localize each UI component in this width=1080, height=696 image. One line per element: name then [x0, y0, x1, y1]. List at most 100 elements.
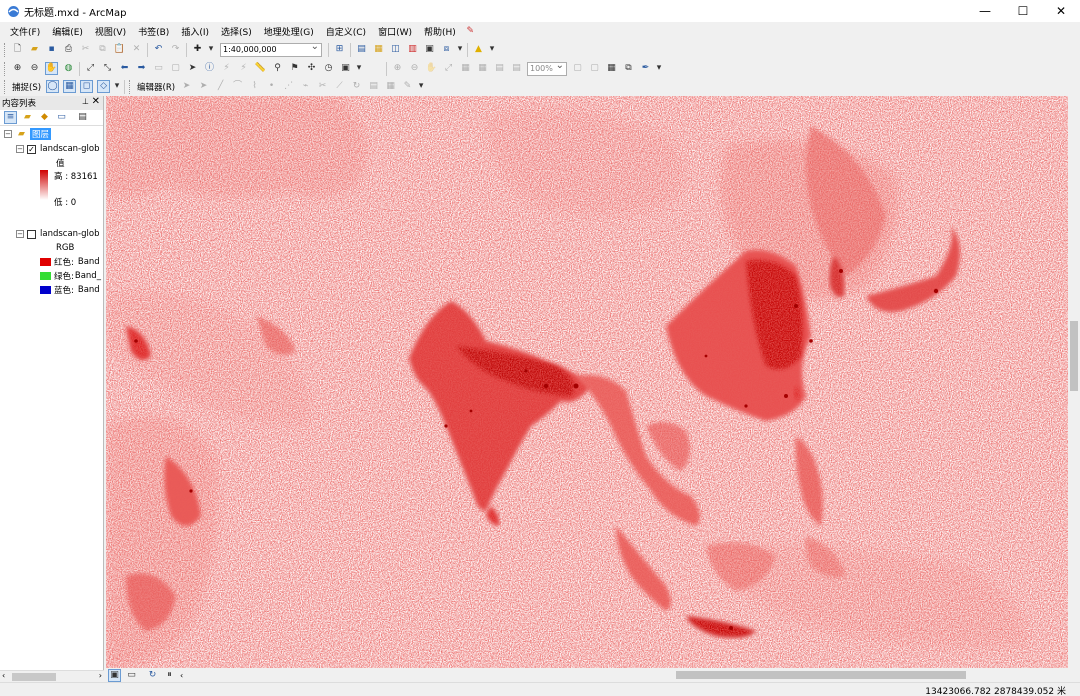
layer-visibility-checkbox[interactable]: ✓	[27, 144, 36, 154]
table-of-contents-icon[interactable]: ▤	[355, 43, 368, 56]
python-window-icon[interactable]: ▣	[423, 43, 436, 56]
add-data-dropdown-icon[interactable]: ▾	[208, 43, 214, 56]
cut-icon[interactable]: ✂	[79, 43, 92, 56]
go-to-xy-icon[interactable]: ✣	[305, 62, 318, 75]
point-icon[interactable]: •	[265, 80, 278, 93]
list-by-selection-icon[interactable]: ▭	[55, 111, 68, 124]
menu-edit[interactable]: 编辑(E)	[46, 25, 89, 38]
add-data-icon[interactable]: ✚	[191, 43, 204, 56]
identify-icon[interactable]: ⓘ	[203, 62, 216, 75]
close-button[interactable]: ✕	[1042, 0, 1080, 22]
select-elements-arrow-icon[interactable]: ➤	[186, 62, 199, 75]
straight-segment-icon[interactable]: ╱	[214, 80, 227, 93]
layout-zoom-100-icon[interactable]: ▦	[476, 62, 489, 75]
scrollbar-thumb[interactable]	[12, 673, 56, 681]
more-tools-icon[interactable]: ▾	[457, 43, 463, 56]
close-panel-icon[interactable]: ✕	[92, 96, 100, 107]
measure-icon[interactable]: 📏	[254, 62, 267, 75]
redo-icon[interactable]: ↷	[169, 43, 182, 56]
change-layout-icon[interactable]: ▦	[605, 62, 618, 75]
model-builder-icon[interactable]: ⧈	[440, 43, 453, 56]
snapping-dropdown-icon[interactable]: ▾	[114, 80, 120, 93]
vertex-snapping-icon[interactable]: ◻	[80, 80, 94, 93]
layer-row[interactable]: − landscan-glob	[16, 228, 99, 240]
end-point-arc-icon[interactable]: ⌒	[231, 80, 244, 93]
edit-annotation-icon[interactable]: ➤	[197, 80, 210, 93]
map-vertical-scrollbar[interactable]	[1068, 96, 1080, 668]
catalog-icon[interactable]: ▦	[372, 43, 385, 56]
toc-options-icon[interactable]: ▤	[76, 111, 89, 124]
snapping-menu[interactable]: 捕捉(S)	[9, 81, 44, 93]
menu-customize[interactable]: 自定义(C)	[320, 25, 372, 38]
scroll-right-icon[interactable]: ›	[99, 671, 102, 680]
edge-snapping-icon[interactable]: ◇	[97, 80, 111, 93]
attributes-icon[interactable]: ▤	[367, 80, 380, 93]
scrollbar-thumb[interactable]	[1070, 321, 1078, 391]
scroll-left-icon[interactable]: ‹	[180, 671, 183, 680]
find-binoculars-icon[interactable]: ⚲	[271, 62, 284, 75]
trace-icon[interactable]: ⌇	[248, 80, 261, 93]
go-forward-extent-icon[interactable]: ➡	[135, 62, 148, 75]
map-horizontal-scrollbar-thumb[interactable]	[676, 671, 966, 679]
menu-help[interactable]: 帮助(H)	[418, 25, 462, 38]
list-by-drawing-order-icon[interactable]: ≡	[4, 111, 17, 124]
copy-icon[interactable]: ⧉	[96, 43, 109, 56]
warning-icon[interactable]: ▲	[472, 43, 485, 56]
arctoolbox-icon[interactable]: ▥	[406, 43, 419, 56]
pin-icon[interactable]: ⊥	[82, 97, 89, 106]
full-extent-globe-icon[interactable]: ◍	[62, 62, 75, 75]
search-window-icon[interactable]: ◫	[389, 43, 402, 56]
viewer-dropdown-icon[interactable]: ▾	[356, 62, 362, 75]
collapse-icon[interactable]: −	[16, 230, 24, 238]
delete-icon[interactable]: ✕	[130, 43, 143, 56]
rotate-icon[interactable]: ↻	[350, 80, 363, 93]
print-icon[interactable]: ⎙	[62, 43, 75, 56]
edit-vertices-icon[interactable]: ⋰	[282, 80, 295, 93]
map-scale-dropdown[interactable]: 1:40,000,000	[220, 41, 322, 57]
html-popup-icon[interactable]: ⚡	[220, 62, 233, 75]
toolbar-overflow-icon[interactable]: ▾	[489, 43, 495, 56]
menu-file[interactable]: 文件(F)	[4, 25, 46, 38]
time-slider-icon[interactable]: ◷	[322, 62, 335, 75]
fixed-zoom-out-icon[interactable]: ⤡	[101, 62, 114, 75]
collapse-icon[interactable]: −	[4, 130, 12, 138]
minimize-button[interactable]: —	[966, 0, 1004, 22]
refresh-icon[interactable]: ↻	[146, 669, 159, 682]
layout-back-icon[interactable]: ▤	[493, 62, 506, 75]
point-snapping-icon[interactable]: ◯	[46, 80, 60, 93]
list-by-visibility-icon[interactable]: ◆	[38, 111, 51, 124]
layer-name[interactable]: landscan-glob	[40, 229, 99, 239]
list-by-source-icon[interactable]: ▰	[21, 111, 34, 124]
toolbar-grip[interactable]	[4, 61, 7, 76]
draw-dropdown-icon[interactable]: ▾	[656, 62, 662, 75]
find-route-icon[interactable]: ⚑	[288, 62, 301, 75]
end-snapping-icon[interactable]: ▦	[63, 80, 77, 93]
create-features-icon[interactable]: ✎	[401, 80, 414, 93]
create-viewer-window-icon[interactable]: ▣	[339, 62, 352, 75]
new-document-icon[interactable]: 🗋	[11, 43, 24, 56]
open-folder-icon[interactable]: ▰	[28, 43, 41, 56]
toc-horizontal-scrollbar[interactable]: ‹ ›	[0, 670, 104, 682]
clear-selection-icon[interactable]: ▢	[169, 62, 182, 75]
edit-tool-icon[interactable]: ➤	[180, 80, 193, 93]
sketch-properties-icon[interactable]: ▦	[384, 80, 397, 93]
editor-overflow-icon[interactable]: ▾	[418, 80, 424, 93]
menu-geoprocessing[interactable]: 地理处理(G)	[258, 25, 320, 38]
undo-icon[interactable]: ↶	[152, 43, 165, 56]
zoom-in-icon[interactable]: ⊕	[11, 62, 24, 75]
layout-zoom-whole-page-icon[interactable]: ▦	[459, 62, 472, 75]
hyperlink-icon[interactable]: ⚡	[237, 62, 250, 75]
layout-forward-icon[interactable]: ▤	[510, 62, 523, 75]
layout-fixed-zoom-icon[interactable]: ⤢	[442, 62, 455, 75]
draw-pen-icon[interactable]: ✒	[639, 62, 652, 75]
layout-pan-icon[interactable]: ✋	[425, 62, 438, 75]
pause-drawing-icon[interactable]: ⏸	[163, 669, 176, 682]
zoom-out-icon[interactable]: ⊖	[28, 62, 41, 75]
pan-hand-icon[interactable]: ✋	[45, 62, 58, 75]
editor-toolbar-icon[interactable]: ⊞	[333, 43, 346, 56]
scroll-left-icon[interactable]: ‹	[2, 671, 5, 680]
menu-bookmarks[interactable]: 书签(B)	[132, 25, 175, 38]
toolbar-grip[interactable]	[4, 79, 7, 94]
fixed-zoom-in-icon[interactable]: ⤢	[84, 62, 97, 75]
editor-menu[interactable]: 编辑器(R)	[134, 81, 178, 93]
